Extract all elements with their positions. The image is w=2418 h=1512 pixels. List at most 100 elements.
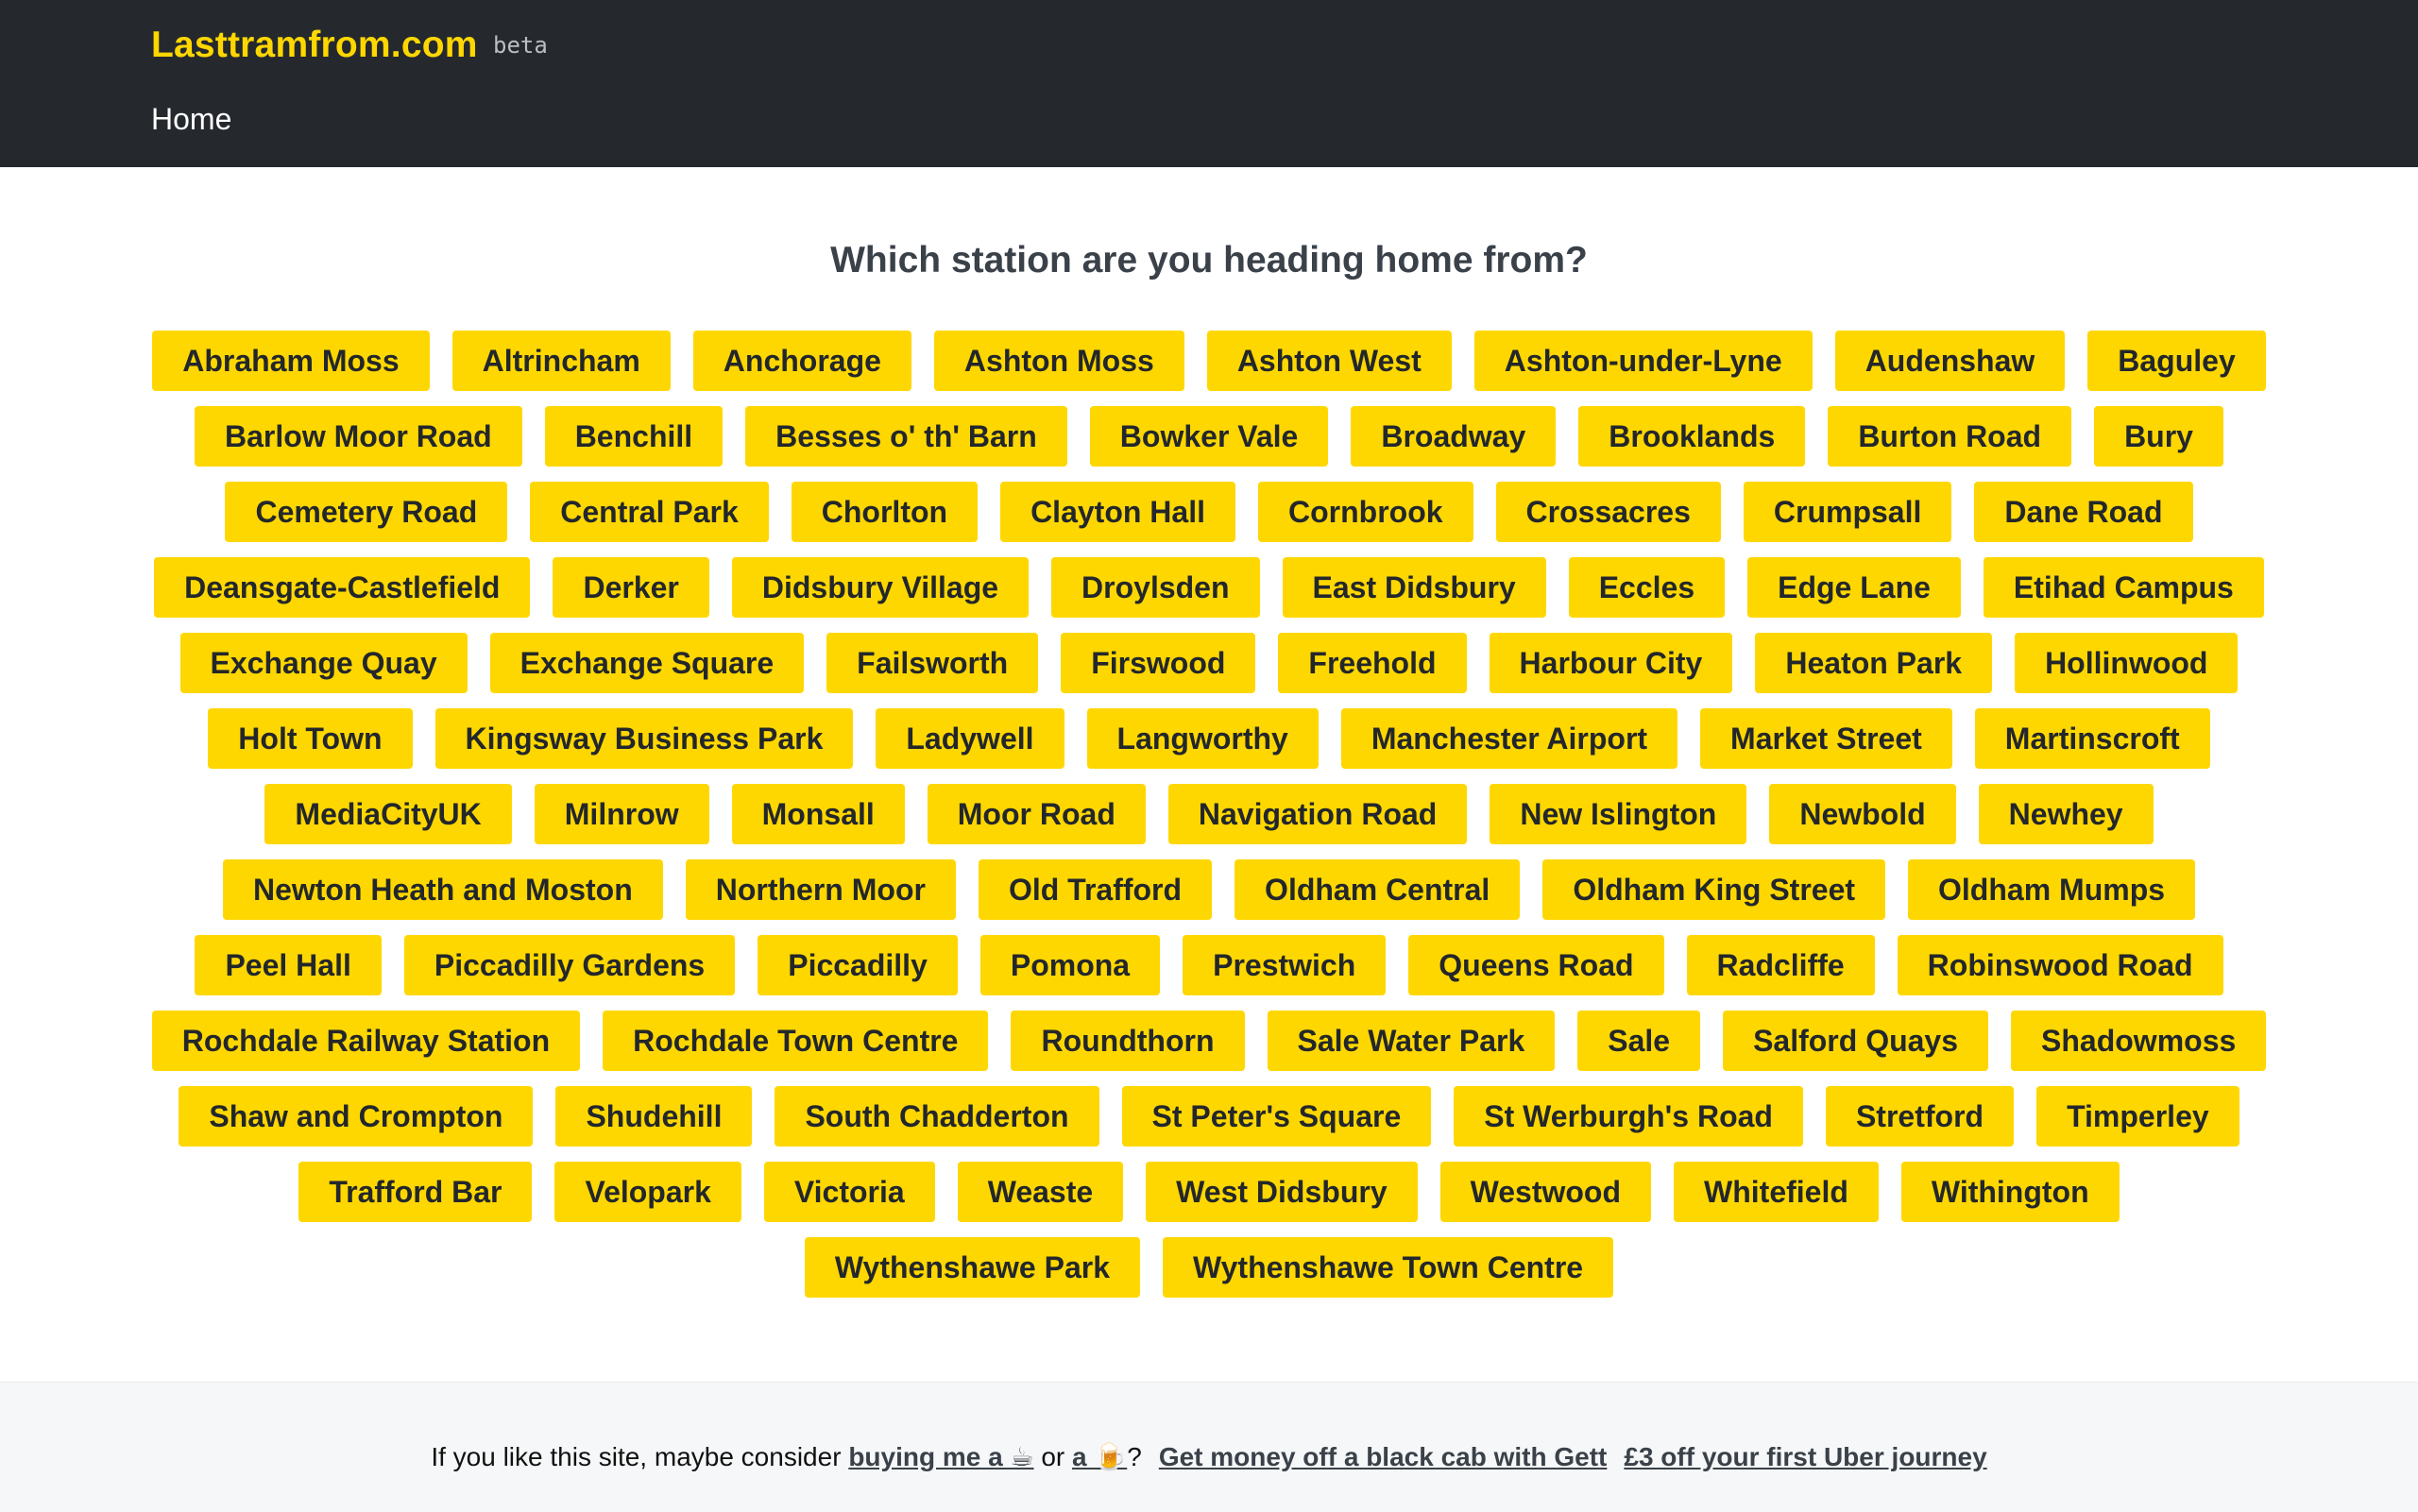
station-button[interactable]: Burton Road <box>1828 406 2072 467</box>
buy-beer-link[interactable]: a 🍺 <box>1072 1442 1127 1471</box>
station-button[interactable]: Harbour City <box>1489 633 1733 693</box>
station-button[interactable]: Westwood <box>1439 1162 1652 1222</box>
station-button[interactable]: Audenshaw <box>1834 331 2066 391</box>
station-button[interactable]: Exchange Quay <box>179 633 468 693</box>
station-button[interactable]: Weaste <box>957 1162 1124 1222</box>
station-button[interactable]: Altrincham <box>451 331 671 391</box>
station-button[interactable]: South Chadderton <box>775 1086 1099 1147</box>
station-button[interactable]: Velopark <box>554 1162 741 1222</box>
station-button[interactable]: Langworthy <box>1086 708 1319 769</box>
station-button[interactable]: Chorlton <box>791 482 979 542</box>
station-button[interactable]: Pomona <box>979 935 1161 995</box>
station-button[interactable]: Martinscroft <box>1974 708 2210 769</box>
station-button[interactable]: Oldham King Street <box>1542 859 1886 920</box>
buy-coffee-link[interactable]: buying me a ☕ <box>848 1442 1033 1471</box>
station-button[interactable]: Piccadilly Gardens <box>403 935 736 995</box>
station-button[interactable]: Central Park <box>530 482 769 542</box>
station-button[interactable]: Cemetery Road <box>225 482 508 542</box>
station-button[interactable]: MediaCityUK <box>264 784 512 844</box>
station-button[interactable]: Baguley <box>2087 331 2266 391</box>
station-button[interactable]: Crumpsall <box>1743 482 1952 542</box>
station-button[interactable]: Timperley <box>2036 1086 2239 1147</box>
station-button[interactable]: Wythenshawe Park <box>804 1237 1140 1298</box>
station-button[interactable]: New Islington <box>1490 784 1747 844</box>
station-button[interactable]: Shadowmoss <box>2011 1011 2267 1071</box>
uber-link[interactable]: £3 off your first Uber journey <box>1624 1442 1986 1471</box>
station-button[interactable]: Cornbrook <box>1257 482 1473 542</box>
station-button[interactable]: Brooklands <box>1578 406 1806 467</box>
station-button[interactable]: Derker <box>553 557 709 618</box>
station-button[interactable]: Newton Heath and Moston <box>222 859 663 920</box>
station-button[interactable]: Radcliffe <box>1686 935 1875 995</box>
station-button[interactable]: Ashton West <box>1206 331 1452 391</box>
station-button[interactable]: East Didsbury <box>1282 557 1546 618</box>
station-button[interactable]: West Didsbury <box>1146 1162 1418 1222</box>
station-button[interactable]: Market Street <box>1700 708 1952 769</box>
station-button[interactable]: Stretford <box>1825 1086 2015 1147</box>
station-button[interactable]: Queens Road <box>1408 935 1664 995</box>
station-button[interactable]: Northern Moor <box>685 859 956 920</box>
station-button[interactable]: Failsworth <box>826 633 1039 693</box>
station-button[interactable]: Freehold <box>1278 633 1467 693</box>
station-button[interactable]: Shudehill <box>555 1086 753 1147</box>
station-button[interactable]: Whitefield <box>1674 1162 1879 1222</box>
station-button[interactable]: Salford Quays <box>1723 1011 1989 1071</box>
station-button[interactable]: Prestwich <box>1183 935 1387 995</box>
station-button[interactable]: Bury <box>2094 406 2223 467</box>
station-button[interactable]: Milnrow <box>534 784 709 844</box>
brand-logo-link[interactable]: Lasttramfrom.com <box>151 25 478 66</box>
station-button[interactable]: Edge Lane <box>1747 557 1961 618</box>
station-button[interactable]: Hollinwood <box>2015 633 2239 693</box>
station-button[interactable]: Clayton Hall <box>1000 482 1235 542</box>
station-button[interactable]: Holt Town <box>208 708 413 769</box>
station-button[interactable]: Dane Road <box>1974 482 2193 542</box>
station-button[interactable]: Rochdale Railway Station <box>151 1011 581 1071</box>
station-button[interactable]: Withington <box>1900 1162 2120 1222</box>
station-button[interactable]: Anchorage <box>692 331 911 391</box>
station-button[interactable]: Heaton Park <box>1755 633 1993 693</box>
station-button[interactable]: Etihad Campus <box>1983 557 2264 618</box>
station-button[interactable]: Besses o' th' Barn <box>745 406 1067 467</box>
station-button[interactable]: Droylsden <box>1051 557 1260 618</box>
station-button[interactable]: Moor Road <box>927 784 1146 844</box>
station-button[interactable]: Robinswood Road <box>1897 935 2223 995</box>
station-button[interactable]: Newbold <box>1769 784 1956 844</box>
station-button[interactable]: Ladywell <box>876 708 1064 769</box>
station-button[interactable]: Ashton Moss <box>933 331 1184 391</box>
station-button[interactable]: Barlow Moor Road <box>195 406 522 467</box>
station-button[interactable]: Kingsway Business Park <box>434 708 854 769</box>
station-button[interactable]: Rochdale Town Centre <box>603 1011 989 1071</box>
station-button[interactable]: Abraham Moss <box>152 331 430 391</box>
station-button[interactable]: Shaw and Crompton <box>179 1086 534 1147</box>
gett-link[interactable]: Get money off a black cab with Gett <box>1159 1442 1608 1471</box>
station-button[interactable]: Manchester Airport <box>1340 708 1678 769</box>
station-button[interactable]: Broadway <box>1351 406 1557 467</box>
station-button[interactable]: Oldham Central <box>1235 859 1521 920</box>
nav-home-link[interactable]: Home <box>151 102 231 137</box>
station-button[interactable]: Didsbury Village <box>731 557 1030 618</box>
station-button[interactable]: Firswood <box>1061 633 1256 693</box>
station-button[interactable]: Newhey <box>1978 784 2154 844</box>
station-button[interactable]: Wythenshawe Town Centre <box>1162 1237 1614 1298</box>
station-button[interactable]: Sale Water Park <box>1267 1011 1556 1071</box>
station-button[interactable]: Deansgate-Castlefield <box>154 557 531 618</box>
station-button[interactable]: Benchill <box>544 406 724 467</box>
station-button[interactable]: Trafford Bar <box>298 1162 533 1222</box>
station-button[interactable]: Old Trafford <box>978 859 1213 920</box>
station-button[interactable]: Roundthorn <box>1011 1011 1245 1071</box>
station-button[interactable]: Piccadilly <box>758 935 958 995</box>
station-button[interactable]: Peel Hall <box>195 935 382 995</box>
station-button[interactable]: Eccles <box>1568 557 1726 618</box>
station-button[interactable]: St Werburgh's Road <box>1454 1086 1803 1147</box>
station-button[interactable]: Exchange Square <box>489 633 805 693</box>
footer-or: or <box>1033 1442 1073 1471</box>
station-button[interactable]: St Peter's Square <box>1121 1086 1432 1147</box>
station-button[interactable]: Crossacres <box>1495 482 1721 542</box>
station-button[interactable]: Ashton-under-Lyne <box>1473 331 1813 391</box>
station-button[interactable]: Sale <box>1577 1011 1701 1071</box>
station-button[interactable]: Oldham Mumps <box>1908 859 2196 920</box>
station-button[interactable]: Navigation Road <box>1167 784 1468 844</box>
station-button[interactable]: Monsall <box>731 784 905 844</box>
station-button[interactable]: Bowker Vale <box>1089 406 1329 467</box>
station-button[interactable]: Victoria <box>763 1162 935 1222</box>
